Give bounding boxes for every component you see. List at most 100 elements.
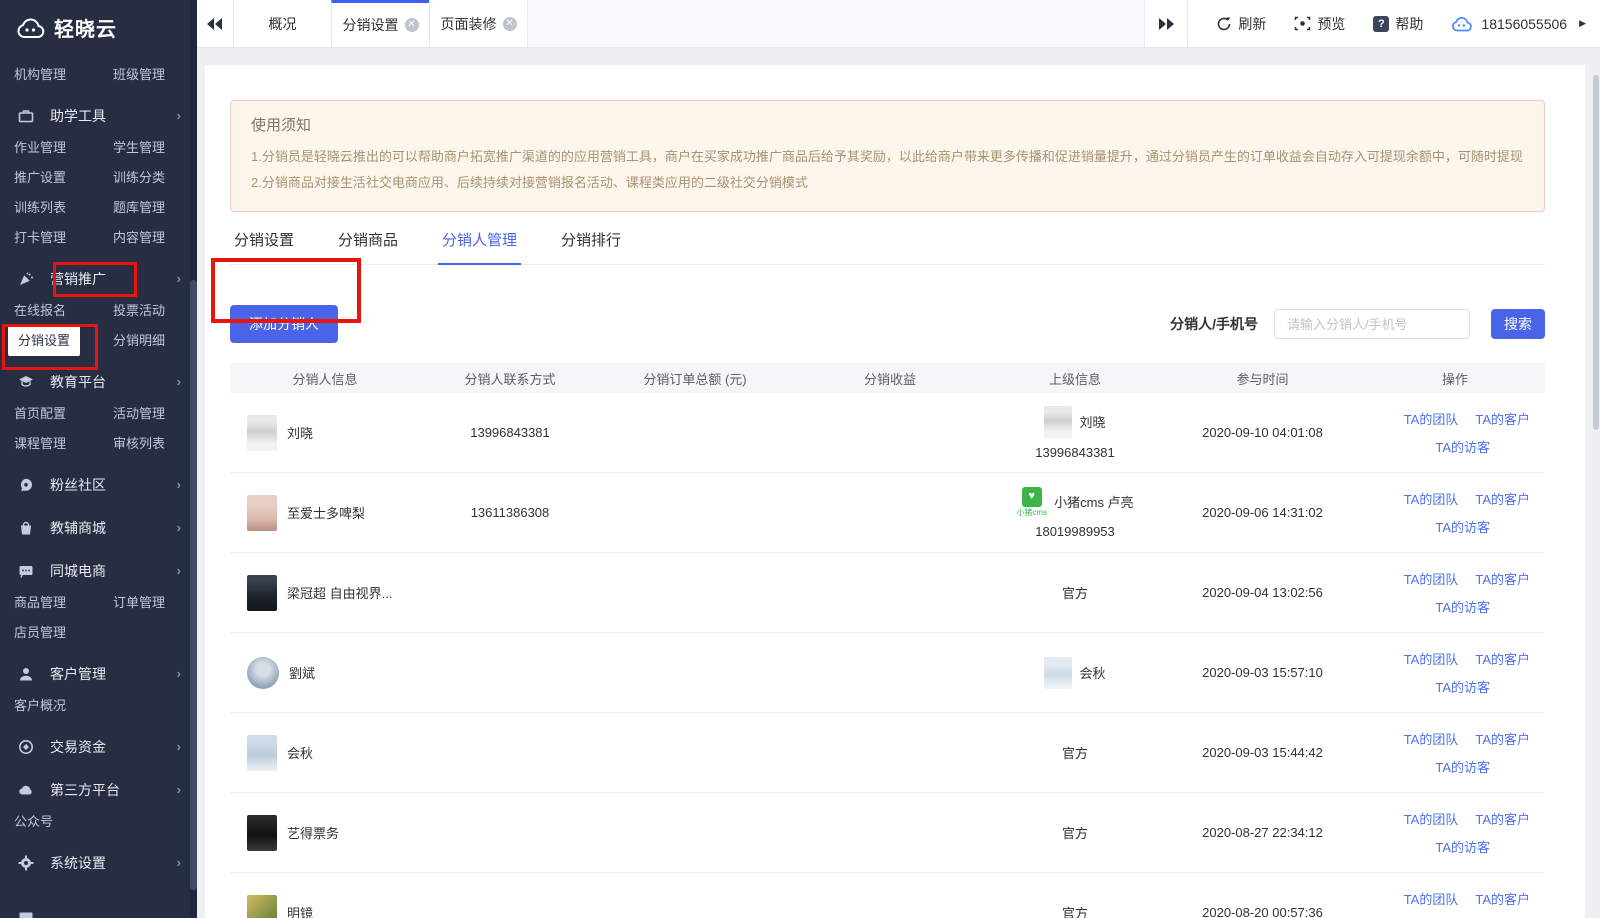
- ta-visitors-link[interactable]: TA的访客: [1435, 840, 1490, 855]
- sidebar-item[interactable]: 作业管理: [14, 137, 113, 156]
- ta-customers-link[interactable]: TA的客户: [1475, 809, 1530, 828]
- sidebar-section-marketing[interactable]: 营销推广 ›: [0, 263, 197, 294]
- sidebar-item[interactable]: 公众号: [14, 811, 113, 830]
- join-time: 2020-08-27 22:34:12: [1160, 825, 1365, 840]
- sidebar-item[interactable]: 投票活动: [113, 300, 197, 319]
- ta-visitors-link[interactable]: TA的访客: [1435, 600, 1490, 615]
- ta-team-link[interactable]: TA的团队: [1404, 889, 1459, 908]
- ta-customers-link[interactable]: TA的客户: [1475, 569, 1530, 588]
- sidebar-item[interactable]: 题库管理: [113, 197, 197, 216]
- ta-team-link[interactable]: TA的团队: [1404, 729, 1459, 748]
- sidebar-section-thirdparty[interactable]: 第三方平台 ›: [0, 774, 197, 805]
- window-scrollbar-thumb[interactable]: [1593, 75, 1599, 430]
- sidebar-item[interactable]: 店员管理: [14, 622, 113, 641]
- refresh-button[interactable]: 刷新: [1216, 14, 1266, 34]
- ta-team-link[interactable]: TA的团队: [1404, 489, 1459, 508]
- ta-visitors-link[interactable]: TA的访客: [1435, 520, 1490, 535]
- sidebar-item[interactable]: 分销明细: [113, 330, 197, 349]
- tab-distribution-settings[interactable]: 分销设置 ✕: [331, 0, 429, 47]
- double-left-arrow-icon: [207, 18, 223, 30]
- sidebar-section-label: 同城电商: [50, 561, 106, 581]
- ta-team-link[interactable]: TA的团队: [1404, 649, 1459, 668]
- table-row: 明镜 官方 2020-08-20 00:57:36 TA的团队TA的客户 TA的…: [230, 873, 1545, 918]
- sidebar-item-distribution-settings[interactable]: 分销设置: [14, 330, 113, 349]
- tab-overview[interactable]: 概况: [233, 0, 331, 47]
- sidebar-section-study-tools[interactable]: 助学工具 ›: [0, 100, 197, 131]
- sidebar-section-mall[interactable]: 教辅商城 ›: [0, 512, 197, 543]
- sidebar-item[interactable]: 班级管理: [113, 64, 197, 83]
- sidebar-item[interactable]: 在线报名: [14, 300, 113, 319]
- sidebar-item[interactable]: 首页配置: [14, 403, 113, 422]
- close-tab-icon[interactable]: ✕: [405, 18, 419, 32]
- sidebar-section-cutoff[interactable]: [18, 910, 34, 918]
- account-menu[interactable]: 18156055506 ▶: [1451, 16, 1586, 32]
- ta-customers-link[interactable]: TA的客户: [1475, 889, 1530, 908]
- ta-team-link[interactable]: TA的团队: [1404, 409, 1459, 428]
- ta-visitors-link[interactable]: TA的访客: [1435, 680, 1490, 695]
- distributor-phone: 13611386308: [420, 505, 600, 520]
- sidebar-section-label: 助学工具: [50, 106, 106, 126]
- expand-tabs-button[interactable]: [1144, 0, 1188, 47]
- sidebar-section-funds[interactable]: 交易资金 ›: [0, 731, 197, 762]
- row-actions: TA的团队TA的客户 TA的访客: [1365, 889, 1545, 918]
- ta-customers-link[interactable]: TA的客户: [1475, 729, 1530, 748]
- subtab-distributor-management[interactable]: 分销人管理: [438, 229, 521, 265]
- avatar: [247, 657, 279, 689]
- sidebar-section-label: 客户管理: [50, 664, 106, 684]
- sidebar-section-label: 交易资金: [50, 737, 106, 757]
- sidebar-item[interactable]: 打卡管理: [14, 227, 113, 246]
- subtab-distribution-ranking[interactable]: 分销排行: [557, 229, 625, 265]
- sidebar-item[interactable]: 内容管理: [113, 227, 197, 246]
- sidebar-item[interactable]: 训练分类: [113, 167, 197, 186]
- sidebar-item[interactable]: 商品管理: [14, 592, 113, 611]
- search-label: 分销人/手机号: [1170, 314, 1258, 334]
- add-distributor-button[interactable]: 添加分销人: [230, 305, 338, 343]
- sidebar-section-education[interactable]: 教育平台 ›: [0, 366, 197, 397]
- sidebar-section-label: 系统设置: [50, 853, 106, 873]
- row-actions: TA的团队 TA的客户 TA的访客: [1365, 569, 1545, 616]
- table-row: 劉斌 会秋 2020-09-03 15:57:10 TA的团队TA的客户 TA的…: [230, 633, 1545, 713]
- ta-customers-link[interactable]: TA的客户: [1475, 649, 1530, 668]
- sidebar-item[interactable]: 客户概况: [14, 695, 113, 714]
- sidebar-section-local-ecommerce[interactable]: 同城电商 ›: [0, 555, 197, 586]
- sidebar-scrollbar-track[interactable]: [190, 0, 197, 918]
- sidebar-item[interactable]: 订单管理: [113, 592, 197, 611]
- usage-notice: 使用须知 1.分销员是轻晓云推出的可以帮助商户拓宽推广渠道的的应用营销工具，商户…: [230, 100, 1545, 212]
- search-button[interactable]: 搜索: [1491, 309, 1545, 339]
- sidebar-item[interactable]: 活动管理: [113, 403, 197, 422]
- distributor-name: 劉斌: [289, 663, 315, 682]
- sidebar-section-label: 粉丝社区: [50, 475, 106, 495]
- sidebar-section-fans[interactable]: 粉丝社区 ›: [0, 469, 197, 500]
- parent-avatar: [1044, 406, 1072, 438]
- sidebar-item[interactable]: 机构管理: [14, 64, 113, 83]
- sidebar-scrollbar-thumb[interactable]: [190, 280, 197, 890]
- ta-customers-link[interactable]: TA的客户: [1475, 409, 1530, 428]
- collapse-tabs-button[interactable]: [197, 0, 233, 47]
- preview-button[interactable]: 预览: [1294, 14, 1345, 34]
- user-icon: [18, 666, 34, 682]
- ta-visitors-link[interactable]: TA的访客: [1435, 760, 1490, 775]
- sidebar-item[interactable]: 课程管理: [14, 433, 113, 452]
- sidebar-section-settings[interactable]: 系统设置 ›: [0, 847, 197, 878]
- sidebar-item[interactable]: 学生管理: [113, 137, 197, 156]
- sidebar-item[interactable]: 推广设置: [14, 167, 113, 186]
- ta-customers-link[interactable]: TA的客户: [1475, 489, 1530, 508]
- close-tab-icon[interactable]: ✕: [503, 17, 517, 31]
- help-button[interactable]: ? 帮助: [1373, 14, 1423, 34]
- coin-icon: [18, 739, 34, 755]
- subtab-bar: 分销设置 分销商品 分销人管理 分销排行: [230, 229, 1545, 265]
- sidebar-section-customers[interactable]: 客户管理 ›: [0, 658, 197, 689]
- join-time: 2020-09-10 04:01:08: [1160, 425, 1365, 440]
- sidebar-item[interactable]: 审核列表: [113, 433, 197, 452]
- row-actions: TA的团队 TA的客户 TA的访客: [1365, 729, 1545, 776]
- search-input[interactable]: [1274, 309, 1470, 339]
- monitor-icon: [18, 910, 34, 918]
- tab-page-decoration[interactable]: 页面装修 ✕: [429, 0, 527, 47]
- ta-visitors-link[interactable]: TA的访客: [1435, 440, 1490, 455]
- chevron-right-icon: ›: [177, 739, 181, 754]
- ta-team-link[interactable]: TA的团队: [1404, 809, 1459, 828]
- subtab-distribution-settings[interactable]: 分销设置: [230, 229, 298, 265]
- sidebar-item[interactable]: 训练列表: [14, 197, 113, 216]
- ta-team-link[interactable]: TA的团队: [1404, 569, 1459, 588]
- subtab-distribution-goods[interactable]: 分销商品: [334, 229, 402, 265]
